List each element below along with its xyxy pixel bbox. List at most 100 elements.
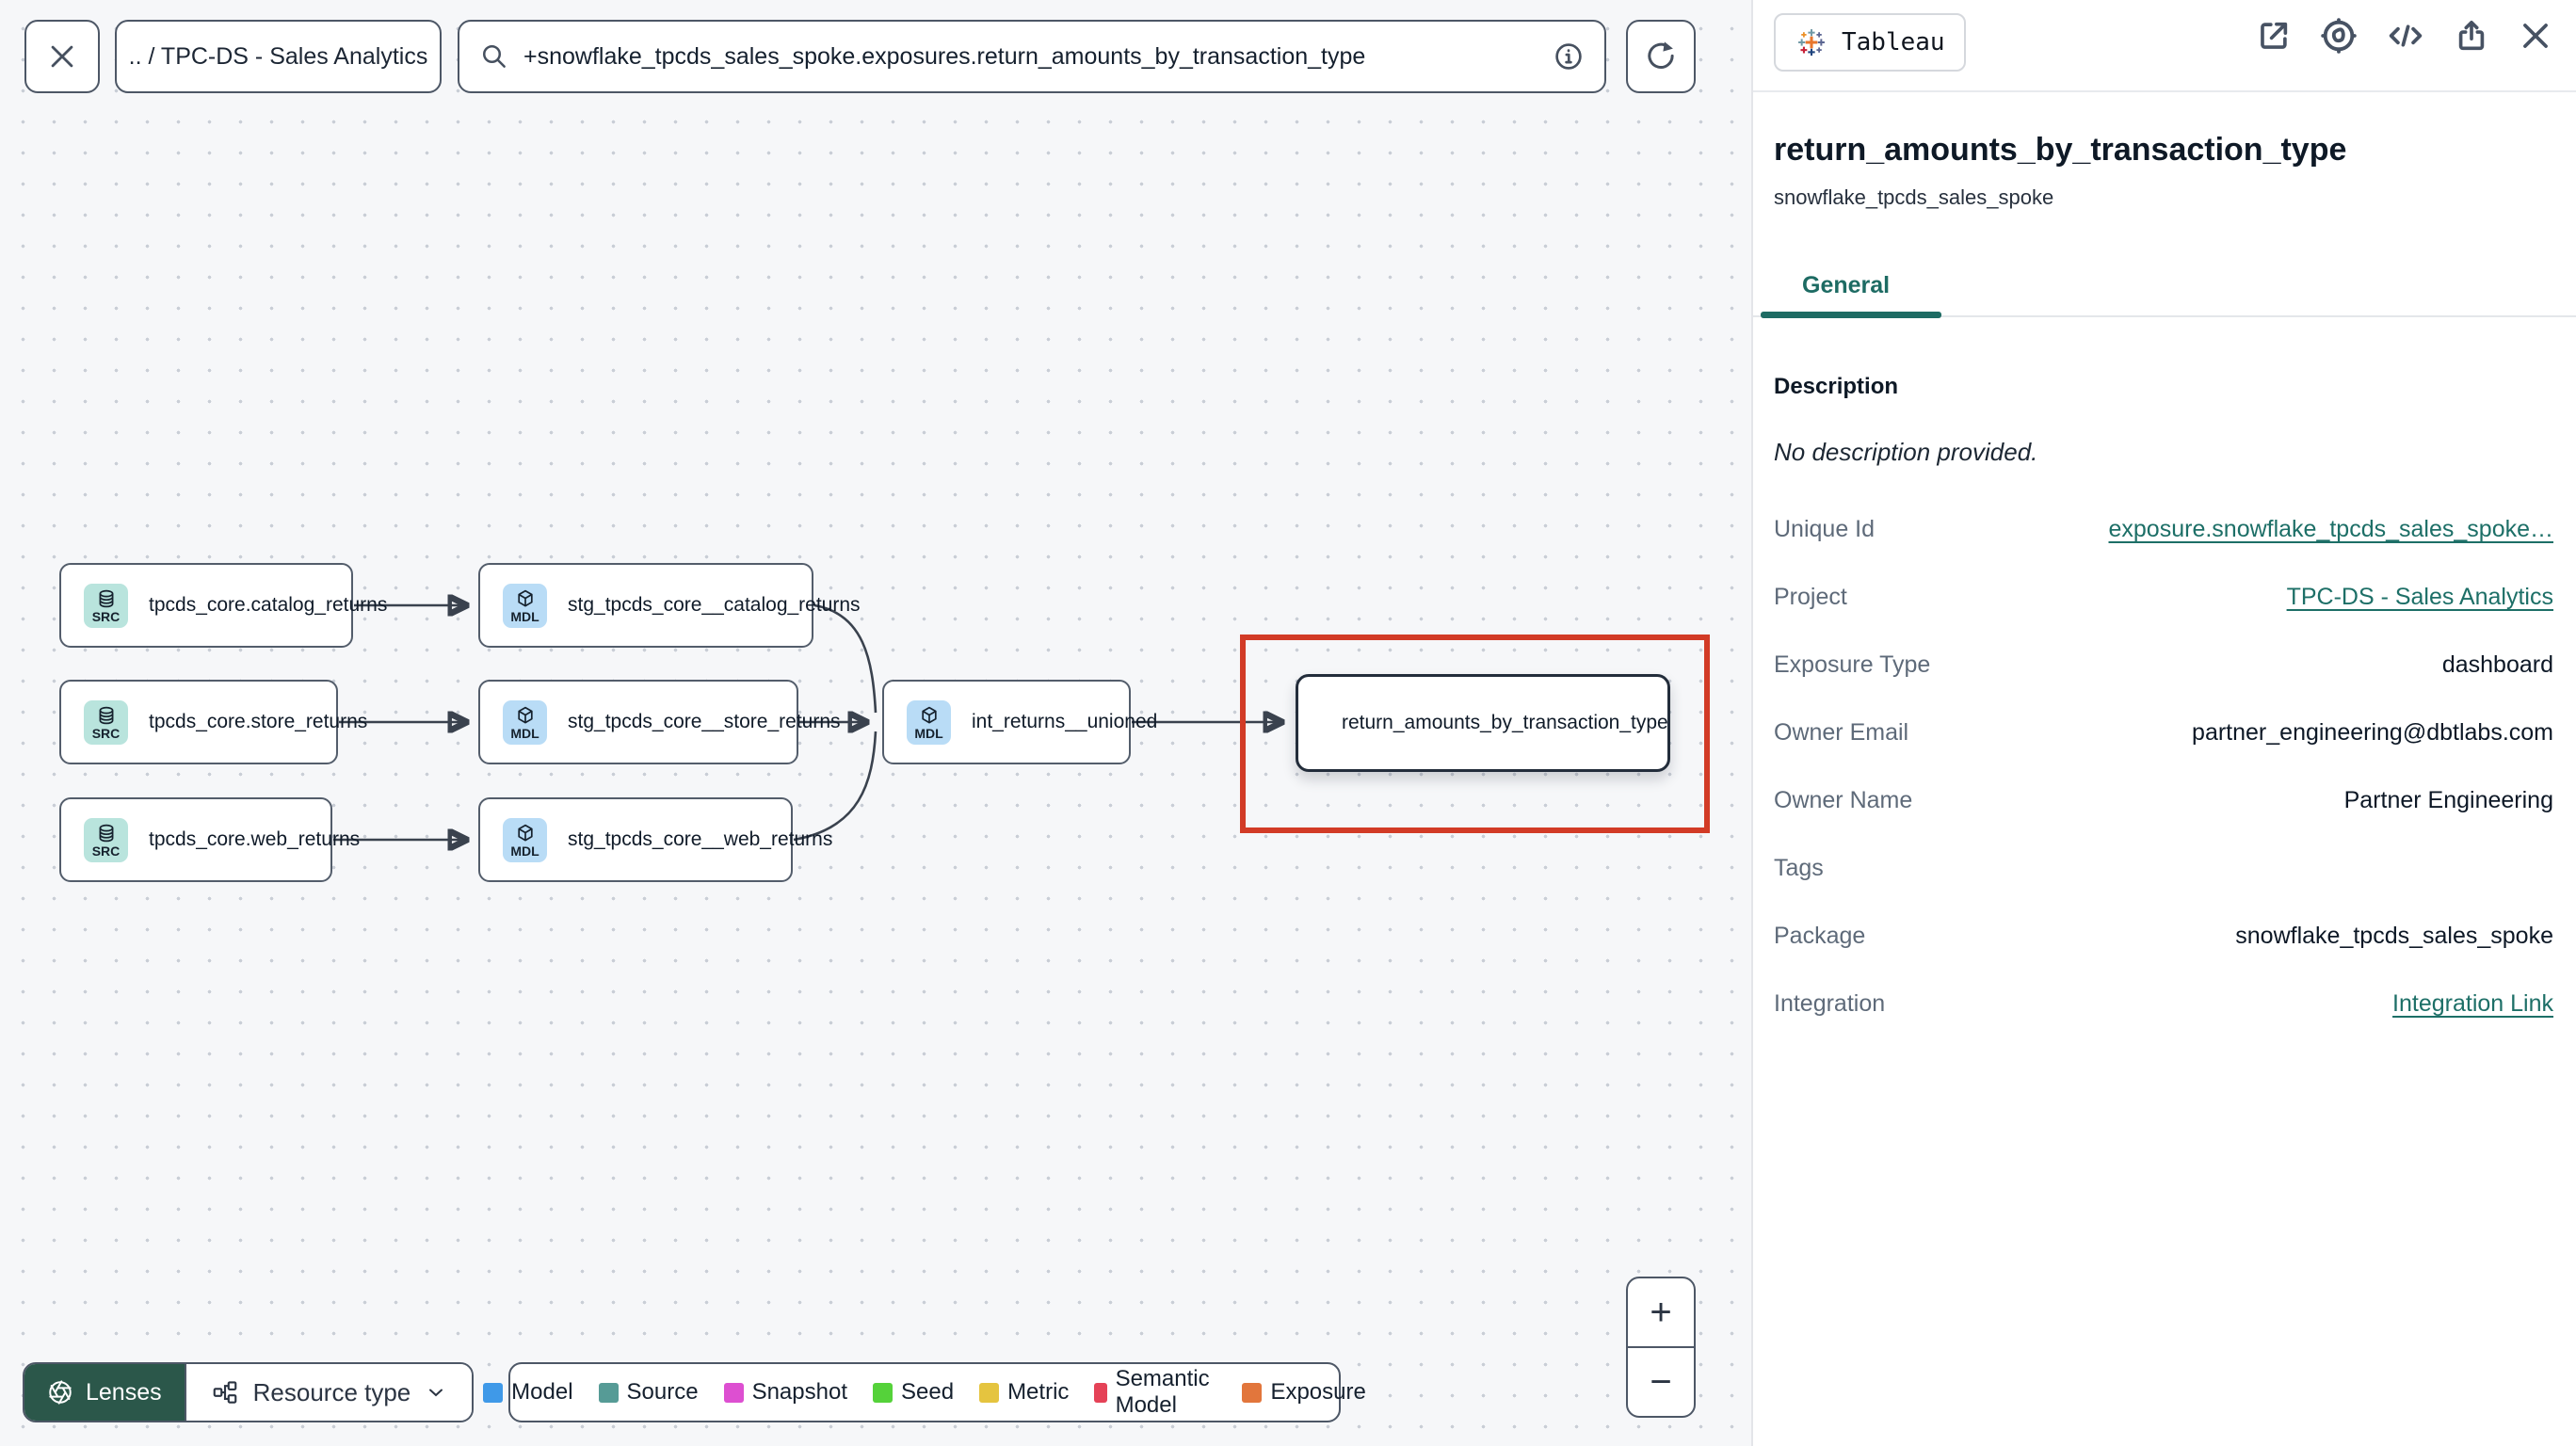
row-package: Package snowflake_tpcds_sales_spoke xyxy=(1774,923,2553,990)
node-label: stg_tpcds_core__web_returns xyxy=(568,828,833,850)
resource-package-subtitle: snowflake_tpcds_sales_spoke xyxy=(1774,185,2054,209)
panel-actions xyxy=(2256,0,2553,72)
row-value: partner_engineering@dbtlabs.com xyxy=(2192,719,2553,746)
share-button[interactable] xyxy=(2454,18,2489,54)
lenses-button[interactable]: Lenses xyxy=(24,1364,185,1421)
info-icon[interactable] xyxy=(1554,41,1584,72)
row-label: Project xyxy=(1774,584,1847,610)
lineage-node-exposure-selected[interactable]: return_amounts_by_transaction_type xyxy=(1296,674,1670,772)
row-value: Partner Engineering xyxy=(2343,787,2553,813)
node-label: return_amounts_by_transaction_type xyxy=(1342,712,1668,733)
legend-label: Exposure xyxy=(1270,1379,1366,1405)
integration-link[interactable]: Integration Link xyxy=(2392,990,2553,1018)
row-value: snowflake_tpcds_sales_spoke xyxy=(2235,923,2553,949)
row-integration: Integration Integration Link xyxy=(1774,990,2553,1058)
lineage-selector-input[interactable] xyxy=(523,42,1538,71)
explore-button[interactable] xyxy=(2320,17,2358,55)
legend-swatch xyxy=(598,1382,619,1403)
legend-item-semantic-model: Semantic Model xyxy=(1094,1366,1216,1419)
active-tab-indicator xyxy=(1761,312,1941,318)
close-panel-button[interactable] xyxy=(2518,18,2553,54)
source-badge-label: SRC xyxy=(91,608,121,624)
panel-tabs: General xyxy=(1753,272,2576,318)
share-icon xyxy=(2458,20,2485,51)
lineage-node-source-store-returns[interactable]: SRC tpcds_core.store_returns xyxy=(59,680,367,764)
resource-type-label: Resource type xyxy=(252,1377,411,1406)
resource-title: return_amounts_by_transaction_type xyxy=(1774,132,2347,168)
model-badge-label: MDL xyxy=(510,608,539,624)
cube-icon xyxy=(517,824,533,841)
legend-label: Model xyxy=(511,1379,573,1405)
description-empty-text: No description provided. xyxy=(1774,438,2038,466)
hierarchy-icon xyxy=(213,1381,236,1404)
node-label: int_returns__unioned xyxy=(972,711,1158,732)
cube-icon xyxy=(517,706,533,723)
lineage-node-stg-web-returns[interactable]: MDL stg_tpcds_core__web_returns xyxy=(478,797,832,882)
row-tags: Tags xyxy=(1774,855,2553,923)
resource-type-dropdown[interactable]: Resource type xyxy=(184,1364,473,1421)
lineage-node-source-catalog-returns[interactable]: SRC tpcds_core.catalog_returns xyxy=(59,563,387,648)
database-icon xyxy=(99,589,113,607)
cube-icon xyxy=(517,589,533,606)
lineage-canvas[interactable]: .. / TPC-DS - Sales Analytics SRC xyxy=(0,0,1753,1446)
aperture-icon xyxy=(49,1380,72,1405)
cube-icon xyxy=(921,706,937,723)
row-label: Tags xyxy=(1774,855,1824,881)
database-icon xyxy=(99,824,113,842)
source-badge-label: SRC xyxy=(91,843,121,859)
row-exposure-type: Exposure Type dashboard xyxy=(1774,651,2553,719)
source-badge-label: SRC xyxy=(91,725,121,741)
model-badge-label: MDL xyxy=(510,725,539,741)
database-icon xyxy=(99,706,113,724)
legend-swatch xyxy=(483,1382,504,1403)
refresh-lineage-button[interactable] xyxy=(1626,20,1696,93)
legend-swatch xyxy=(1094,1382,1107,1403)
node-label: tpcds_core.catalog_returns xyxy=(149,594,388,616)
legend-item-snapshot: Snapshot xyxy=(723,1379,847,1406)
tableau-icon xyxy=(1798,29,1825,56)
close-icon xyxy=(51,45,73,68)
node-label: stg_tpcds_core__store_returns xyxy=(568,711,841,732)
row-label: Unique Id xyxy=(1774,516,1876,542)
lineage-node-stg-store-returns[interactable]: MDL stg_tpcds_core__store_returns xyxy=(478,680,841,764)
legend-item-metric: Metric xyxy=(979,1379,1069,1406)
model-badge-label: MDL xyxy=(510,843,539,859)
breadcrumb[interactable]: .. / TPC-DS - Sales Analytics xyxy=(115,20,442,93)
integration-badge: Tableau xyxy=(1774,13,1966,72)
lineage-node-int-returns-unioned[interactable]: MDL int_returns__unioned xyxy=(882,680,1157,764)
chevron-down-icon xyxy=(429,1389,443,1397)
tab-general[interactable]: General xyxy=(1802,272,1890,299)
node-label: tpcds_core.store_returns xyxy=(149,711,368,732)
legend-label: Source xyxy=(626,1379,699,1405)
row-owner-name: Owner Name Partner Engineering xyxy=(1774,787,2553,855)
view-code-button[interactable] xyxy=(2386,17,2425,55)
legend-label: Snapshot xyxy=(751,1379,847,1405)
open-external-button[interactable] xyxy=(2256,18,2292,54)
project-link[interactable]: TPC-DS - Sales Analytics xyxy=(2287,584,2553,611)
external-link-icon xyxy=(2261,22,2288,49)
description-heading: Description xyxy=(1774,374,1899,399)
code-icon xyxy=(2389,24,2423,47)
canvas-toolbar: Lenses Resource type xyxy=(23,1362,475,1422)
zoom-in-button[interactable]: + xyxy=(1628,1278,1694,1348)
unique-id-link[interactable]: exposure.snowflake_tpcds_sales_spoke… xyxy=(2109,516,2554,543)
details-panel: Tableau return_amounts_by_transaction_ty… xyxy=(1753,0,2576,1446)
lineage-node-stg-catalog-returns[interactable]: MDL stg_tpcds_core__catalog_returns xyxy=(478,563,861,648)
dbt-explorer-lineage-page: .. / TPC-DS - Sales Analytics SRC xyxy=(0,0,2576,1446)
legend-item-exposure: Exposure xyxy=(1242,1379,1366,1406)
row-label: Package xyxy=(1774,923,1866,949)
lineage-selector-bar xyxy=(458,20,1606,93)
source-badge: SRC xyxy=(84,699,128,745)
breadcrumb-label: .. / TPC-DS - Sales Analytics xyxy=(128,42,428,70)
row-label: Owner Name xyxy=(1774,787,1913,813)
row-value: dashboard xyxy=(2441,651,2553,678)
close-lineage-button[interactable] xyxy=(24,20,100,93)
lineage-node-source-web-returns[interactable]: SRC tpcds_core.web_returns xyxy=(59,797,360,882)
general-tab-content: Description No description provided. Uni… xyxy=(1753,317,2576,1058)
row-label: Owner Email xyxy=(1774,719,1909,746)
zoom-out-button[interactable]: − xyxy=(1628,1348,1694,1416)
legend-swatch xyxy=(979,1382,1000,1403)
legend-item-source: Source xyxy=(598,1379,699,1406)
metadata-rows: Unique Id exposure.snowflake_tpcds_sales… xyxy=(1774,516,2553,1058)
legend-item-seed: Seed xyxy=(873,1379,954,1406)
